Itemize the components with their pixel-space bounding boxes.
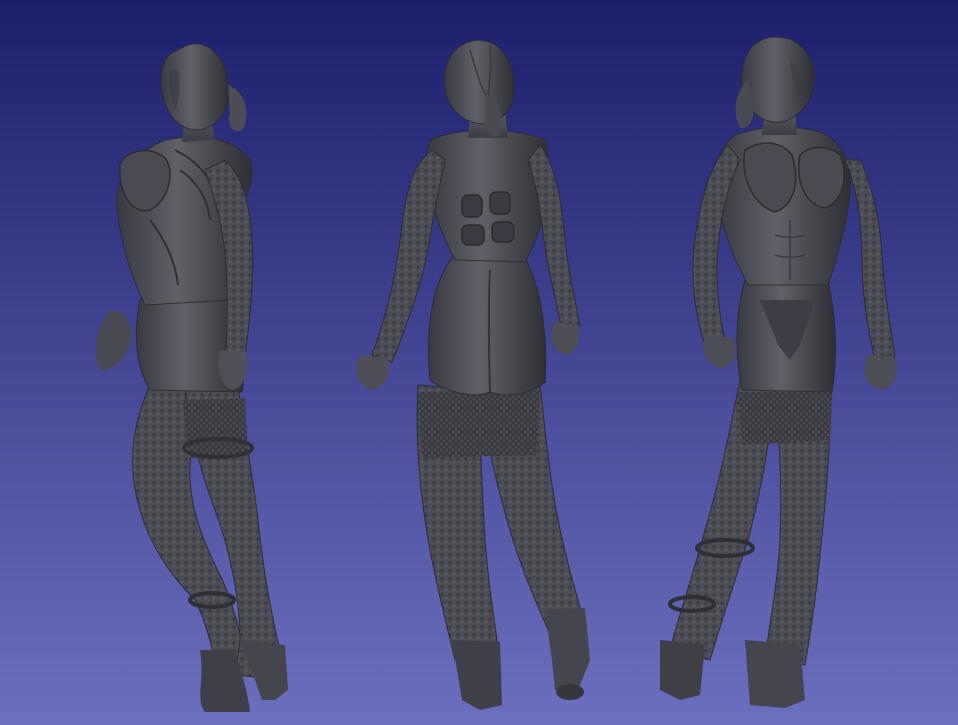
figure-seam-line [487,269,491,393]
figure-thigh-mesh [418,390,540,458]
figure-heel [556,684,584,700]
3d-viewport[interactable] [0,0,958,725]
figure-boot-left [660,640,705,700]
figure-thigh-mesh [738,392,832,445]
figure-knee-mesh [182,398,248,458]
figure-hips [428,254,547,396]
figure-boot-right [745,640,805,708]
